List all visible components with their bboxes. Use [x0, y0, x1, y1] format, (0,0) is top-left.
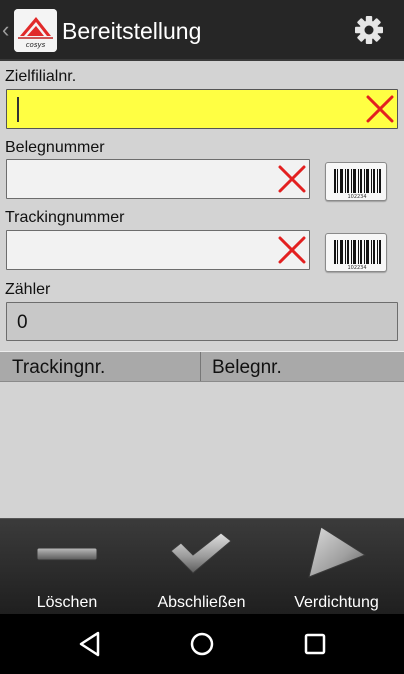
target-branch-label: Zielfilialnr. [5, 68, 77, 85]
back-triangle-icon[interactable] [70, 628, 110, 660]
compress-label: Verdichtung [294, 594, 379, 611]
screen: ‹ cosys Bereitstellung Zielfilialnr. Bel… [0, 0, 404, 674]
checkmark-icon [170, 532, 232, 574]
column-header-tracking[interactable]: Trackingnr. [0, 352, 201, 381]
screen-title: Bereitstellung [62, 18, 202, 44]
bottom-toolbar: Löschen Abschließen Verdichtung [0, 518, 404, 614]
back-chevron-icon[interactable]: ‹ [2, 16, 9, 44]
recents-square-icon[interactable] [295, 628, 335, 660]
finish-label: Abschließen [157, 594, 246, 611]
finish-button[interactable]: Abschließen [134, 519, 269, 615]
scan-tracking-barcode-button[interactable]: 102234 [325, 233, 387, 272]
gear-icon[interactable] [351, 12, 387, 48]
tracking-number-label: Trackingnummer [5, 209, 125, 226]
compress-button[interactable]: Verdichtung [269, 519, 404, 615]
tracking-number-field[interactable] [6, 230, 310, 270]
tracking-number-input[interactable] [7, 231, 309, 269]
app-logo-icon[interactable]: cosys [14, 9, 57, 52]
text-cursor [17, 97, 19, 122]
document-number-field[interactable] [6, 159, 310, 199]
target-branch-input[interactable] [7, 90, 397, 128]
logo-text: cosys [26, 41, 46, 49]
column-header-document[interactable]: Belegnr. [201, 352, 404, 381]
minus-bar-icon [36, 547, 98, 561]
delete-button[interactable]: Löschen [0, 519, 134, 615]
counter-field: 0 [6, 302, 398, 341]
clear-target-branch-icon[interactable] [365, 94, 395, 124]
barcode-caption: 102234 [347, 194, 366, 200]
play-triangle-icon [308, 526, 367, 578]
target-branch-field[interactable] [6, 89, 398, 129]
barcode-icon: 102234 [334, 169, 381, 200]
barcode-caption: 102234 [347, 265, 366, 271]
document-number-label: Belegnummer [5, 139, 105, 156]
table-header: Trackingnr. Belegnr. [0, 351, 404, 382]
action-bar: ‹ cosys Bereitstellung [0, 0, 404, 61]
clear-tracking-number-icon[interactable] [277, 235, 307, 265]
counter-value: 0 [17, 312, 28, 333]
delete-label: Löschen [36, 594, 98, 611]
counter-label: Zähler [5, 281, 51, 298]
clear-document-number-icon[interactable] [277, 164, 307, 194]
logo-graphic: cosys [14, 9, 57, 52]
table-body [0, 382, 404, 518]
scan-document-barcode-button[interactable]: 102234 [325, 162, 387, 201]
document-number-input[interactable] [7, 160, 309, 198]
home-circle-icon[interactable] [182, 628, 222, 660]
barcode-icon: 102234 [334, 240, 381, 271]
system-nav-bar [0, 614, 404, 674]
